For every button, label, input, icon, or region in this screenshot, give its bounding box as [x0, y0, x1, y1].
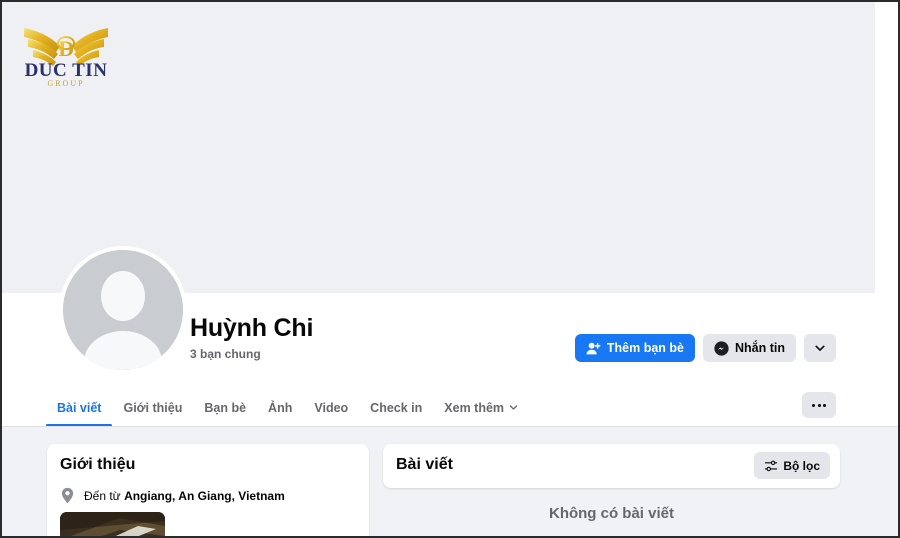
intro-location-prefix: Đến từ [84, 488, 125, 503]
ellipsis-icon [812, 403, 826, 407]
filter-button[interactable]: Bộ lọc [754, 452, 830, 479]
message-label: Nhắn tin [735, 341, 785, 355]
sliders-icon [764, 459, 778, 473]
tab-posts-label: Bài viết [57, 400, 102, 415]
tab-posts[interactable]: Bài viết [46, 388, 113, 427]
profile-action-buttons: Thêm bạn bè Nhắn tin [574, 334, 836, 362]
logo-secondary-text: GROUP [47, 79, 84, 88]
logo-primary-text: DUC TIN [25, 60, 108, 81]
filter-label: Bộ lọc [783, 458, 820, 473]
more-actions-button[interactable] [804, 334, 836, 362]
profile-tabbar: Bài viết Giới thiệu Bạn bè Ảnh Video Che… [2, 388, 898, 427]
duc-tin-group-logo: Đ DUC TIN GROUP [20, 12, 112, 88]
no-posts-message: Không có bài viết [548, 505, 674, 522]
posts-card-title: Bài viết [396, 456, 453, 473]
chevron-down-icon [509, 403, 518, 412]
messenger-icon [714, 340, 729, 356]
profile-identity: Huỳnh Chi 3 bạn chung [190, 313, 313, 361]
intro-card: Giới thiệu Đến từ Angiang, An Giang, Vie… [47, 444, 369, 536]
tab-friends-label: Bạn bè [204, 400, 247, 415]
tab-photos[interactable]: Ảnh [257, 388, 303, 427]
tab-photos-label: Ảnh [268, 400, 293, 415]
svg-text:Đ: Đ [58, 36, 74, 61]
person-add-icon [586, 341, 601, 356]
page-title: Huỳnh Chi [190, 314, 314, 342]
chevron-down-icon [814, 342, 826, 354]
intro-location-text: Đến từ Angiang, An Giang, Vietnam [84, 489, 285, 503]
default-avatar-icon [63, 250, 183, 370]
browser-viewport: Đ DUC TIN GROUP Huỳnh Chi 3 bạn chung Th… [0, 0, 900, 538]
tab-friends[interactable]: Bạn bè [193, 388, 257, 427]
tab-checkin-label: Check in [370, 400, 423, 415]
tab-more-label: Xem thêm [444, 400, 505, 415]
intro-location-value: Angiang, An Giang, Vietnam [124, 488, 285, 503]
mutual-friends-count[interactable]: 3 bạn chung [190, 347, 313, 361]
tab-list: Bài viết Giới thiệu Bạn bè Ảnh Video Che… [46, 388, 529, 427]
profile-body: Giới thiệu Đến từ Angiang, An Giang, Vie… [2, 427, 898, 536]
cover-right-gutter [875, 2, 898, 293]
intro-location-row: Đến từ Angiang, An Giang, Vietnam [60, 487, 285, 504]
intro-card-title: Giới thiệu [60, 456, 136, 473]
tab-videos-label: Video [314, 400, 349, 415]
tab-more[interactable]: Xem thêm [433, 388, 529, 427]
tab-about[interactable]: Giới thiệu [112, 388, 193, 427]
add-friend-label: Thêm bạn bè [606, 341, 684, 355]
tabbar-more-button[interactable] [802, 392, 836, 418]
tab-videos[interactable]: Video [303, 388, 359, 427]
message-button[interactable]: Nhắn tin [703, 334, 796, 362]
add-friend-button[interactable]: Thêm bạn bè [574, 334, 695, 362]
tab-checkin[interactable]: Check in [359, 388, 433, 427]
intro-photo-thumbnail[interactable] [60, 512, 165, 536]
posts-card-header: Bài viết Bộ lọc [383, 444, 840, 488]
location-pin-icon [60, 487, 75, 504]
avatar[interactable] [59, 246, 187, 374]
tab-about-label: Giới thiệu [123, 400, 183, 415]
